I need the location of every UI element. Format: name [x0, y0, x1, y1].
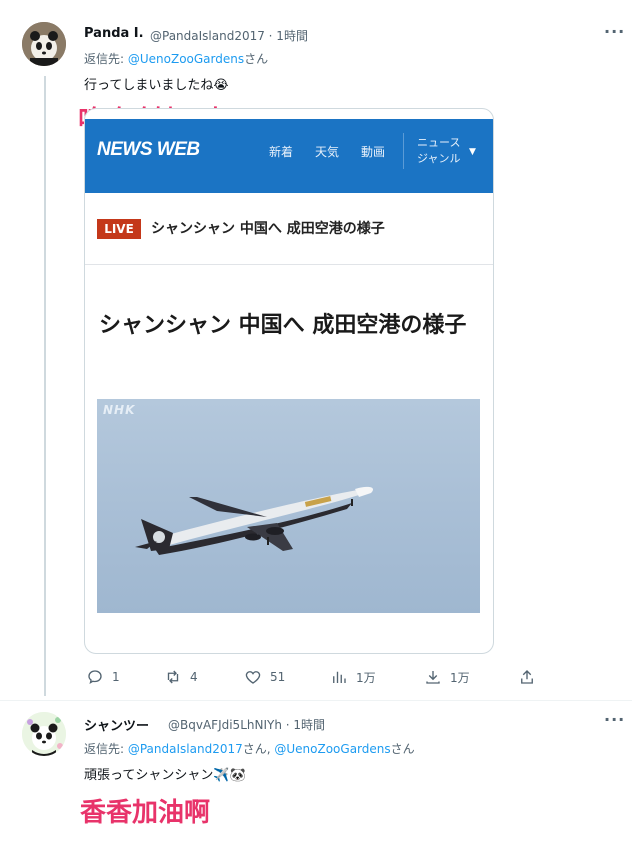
nav-separator [403, 133, 404, 169]
views-action[interactable]: 1万 [330, 668, 376, 686]
handle-and-time[interactable]: @BqvAFJdi5LhNIYh · 1時間 [168, 716, 325, 733]
nav-genre-menu[interactable]: ニュース ジャンル [417, 135, 460, 167]
reply-prefix: 返信先: [84, 52, 128, 66]
panda-avatar-icon [22, 22, 66, 66]
avatar[interactable] [22, 712, 66, 756]
reply-icon [88, 670, 102, 685]
more-options-icon[interactable]: ··· [604, 22, 625, 41]
views-count: 1万 [356, 670, 376, 685]
live-badge: LIVE [97, 219, 141, 239]
thread-connector-line [44, 76, 46, 696]
article-headline: シャンシャン 中国へ 成田空港の様子 [99, 313, 467, 338]
reply-action[interactable]: 1 [86, 668, 120, 686]
heart-icon [245, 671, 261, 684]
tweet-action-bar: 1 4 51 1万 1万 [0, 664, 632, 690]
like-count: 51 [270, 670, 286, 684]
reply-prefix: 返信先: [84, 742, 128, 756]
genre-line1: ニュース [417, 136, 461, 149]
download-action[interactable]: 1万 [424, 668, 470, 686]
retweet-icon [167, 670, 179, 684]
genre-line2: ジャンル [417, 152, 461, 165]
reply-suffix: さん [390, 742, 415, 756]
display-name[interactable]: Panda I. [84, 26, 144, 41]
mention-link-1[interactable]: @PandaIsland2017 [128, 742, 243, 756]
like-action[interactable]: 51 [244, 668, 285, 686]
tweet-text: 行ってしまいましたね😭 [84, 78, 229, 93]
tweet-shantsu: シャンツー @BqvAFJdi5LhNIYh · 1時間 ··· 返信先: @P… [0, 700, 632, 864]
live-title: シャンシャン 中国へ 成田空港の様子 [151, 221, 385, 237]
reply-suffix: さん [244, 52, 269, 66]
panda-avatar-icon [22, 712, 66, 756]
share-action[interactable] [518, 668, 536, 686]
download-count: 1万 [450, 670, 470, 685]
nav-new[interactable]: 新着 [269, 143, 293, 160]
share-icon [521, 670, 533, 684]
overlay-caption: 香香加油啊 [80, 798, 211, 828]
article-photo: NHK [97, 399, 480, 613]
more-options-icon[interactable]: ··· [604, 710, 625, 729]
reply-to-line: 返信先: @PandaIsland2017さん, @UenoZooGardens… [84, 740, 415, 757]
reply-count: 1 [112, 670, 120, 684]
retweet-count: 4 [190, 670, 198, 684]
handle-and-time[interactable]: @PandaIsland2017 · 1時間 [150, 27, 308, 44]
retweet-action[interactable]: 4 [164, 668, 198, 686]
chevron-down-icon[interactable]: ▼ [469, 147, 476, 157]
airplane-image [135, 486, 374, 555]
avatar[interactable] [22, 22, 66, 66]
mention-link[interactable]: @UenoZooGardens [128, 52, 244, 66]
news-web-header: NEWS WEB 新着 天気 動画 ニュース ジャンル ▼ [85, 119, 493, 193]
reply-mid: さん, [242, 742, 275, 756]
embedded-news-card[interactable]: NEWS WEB 新着 天気 動画 ニュース ジャンル ▼ LIVE シャンシャ… [84, 108, 494, 654]
news-web-logo[interactable]: NEWS WEB [97, 139, 200, 161]
display-name[interactable]: シャンツー [84, 715, 149, 734]
views-chart-icon [333, 671, 346, 683]
nav-video[interactable]: 動画 [361, 143, 385, 160]
tweet-text: 頑張ってシャンシャン✈️🐼 [84, 768, 246, 783]
mention-link-2[interactable]: @UenoZooGardens [274, 742, 390, 756]
live-row[interactable]: LIVE シャンシャン 中国へ 成田空港の様子 [85, 193, 493, 265]
reply-to-line: 返信先: @UenoZooGardensさん [84, 50, 268, 67]
download-icon [426, 671, 440, 684]
tweet-panda-i: Panda I. @PandaIsland2017 · 1時間 ··· 返信先:… [0, 0, 632, 700]
nav-weather[interactable]: 天気 [315, 143, 339, 160]
